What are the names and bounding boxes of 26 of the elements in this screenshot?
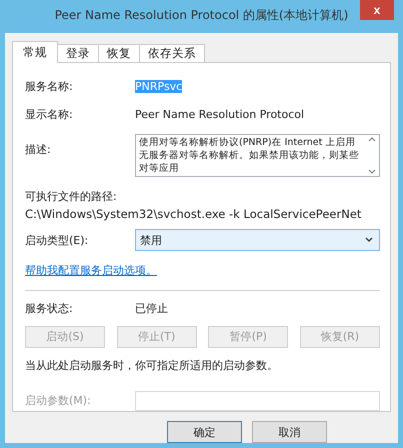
close-button[interactable]: x xyxy=(360,0,394,20)
hint-text: 当从此处启动服务时，你可指定所适用的启动参数。 xyxy=(25,358,279,373)
scroll-up-icon[interactable] xyxy=(368,136,376,142)
path-value: C:\Windows\System32\svchost.exe -k LocalServicePeerNet xyxy=(25,207,362,222)
field-label: 显示名称: xyxy=(25,107,74,122)
display-name-value: Peer Name Resolution Protocol xyxy=(135,108,304,122)
help-link[interactable]: 帮助我配置服务启动选项。 xyxy=(25,264,157,278)
service-name-value: PNRPsvc xyxy=(135,80,182,93)
field-label: 服务状态: xyxy=(25,300,74,316)
field-label: 启动参数(M): xyxy=(25,393,92,408)
tab[interactable]: 依存关系 xyxy=(139,44,205,63)
tab[interactable]: 登录 xyxy=(57,44,99,63)
dialog-button[interactable]: 取消 xyxy=(252,421,327,443)
description-box[interactable]: 使用对等名称解析协议(PNRP)在 Internet 上启用无服务器对等名称解析。如果禁用该功能，则某些对等应用 xyxy=(135,134,380,178)
scroll-down-icon[interactable] xyxy=(368,169,376,176)
service-status-value: 已停止 xyxy=(135,300,168,316)
path-label: 可执行文件的路径: xyxy=(25,189,118,204)
tab[interactable]: 常规 xyxy=(12,41,58,63)
field-label: 服务名称: xyxy=(25,78,74,94)
chevron-down-icon xyxy=(365,237,373,244)
field-label: 描述: xyxy=(25,142,52,158)
field-label: 启动类型(E): xyxy=(25,232,90,248)
window-title: Peer Name Resolution Protocol 的属性(本地计算机) xyxy=(54,7,348,24)
startup-type-dropdown[interactable]: 禁用 xyxy=(135,229,380,252)
dialog-button[interactable]: 确定 xyxy=(167,421,242,443)
tab[interactable]: 恢复 xyxy=(98,44,140,63)
